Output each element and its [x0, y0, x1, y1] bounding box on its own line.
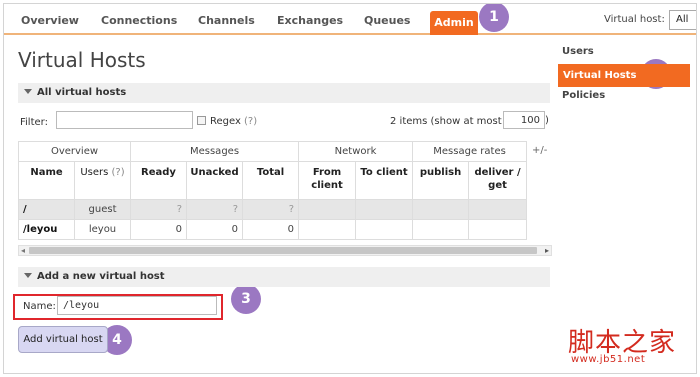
scroll-left-arrow-icon[interactable]: ◂ — [21, 246, 25, 255]
collapse-triangle-icon — [24, 273, 32, 278]
virtual-hosts-table: Overview Messages Network Message rates … — [18, 141, 528, 240]
deliver-line-1: deliver / — [474, 167, 521, 178]
sidebar-item-virtual-hosts[interactable]: Virtual Hosts — [558, 64, 690, 87]
section-title: Add a new virtual host — [37, 271, 165, 282]
cell-deliver-get — [468, 219, 528, 240]
vhost-name-input[interactable]: /leyou — [57, 296, 217, 315]
column-header-from-client[interactable]: From client — [298, 161, 357, 200]
cell-users: guest — [74, 199, 131, 220]
section-all-virtual-hosts[interactable]: All virtual hosts — [18, 83, 550, 103]
users-help-link[interactable]: (?) — [112, 167, 125, 178]
cell-ready: 0 — [130, 219, 187, 240]
top-nav: Overview Connections Channels Exchanges … — [4, 4, 696, 35]
scroll-right-arrow-icon[interactable]: ▸ — [545, 246, 549, 255]
horizontal-scrollbar[interactable]: ◂ ▸ — [18, 245, 552, 256]
section-add-virtual-host[interactable]: Add a new virtual host — [18, 267, 550, 287]
cell-ready: ? — [130, 199, 187, 220]
column-header-total[interactable]: Total — [241, 161, 300, 200]
cell-to-client — [355, 199, 414, 220]
group-header-network: Network — [298, 141, 414, 162]
column-header-deliver-get[interactable]: deliver / get — [468, 161, 528, 200]
table-row[interactable]: / guest ? ? ? — [18, 199, 528, 220]
cell-publish — [412, 199, 470, 220]
tab-queues[interactable]: Queues — [364, 14, 410, 27]
regex-help-link[interactable]: (?) — [244, 116, 257, 127]
tab-connections[interactable]: Connections — [101, 14, 177, 27]
regex-label: Regex — [210, 116, 241, 127]
filter-input[interactable] — [56, 111, 193, 129]
callout-1: 1 — [479, 4, 509, 32]
table-row[interactable]: /leyou leyou 0 0 0 — [18, 219, 528, 240]
name-label: Name: — [23, 301, 56, 312]
cell-users: leyou — [74, 219, 131, 240]
group-header-message-rates: Message rates — [412, 141, 528, 162]
cell-total: 0 — [241, 219, 300, 240]
column-header-users[interactable]: Users (?) — [74, 161, 131, 200]
cell-total: ? — [241, 199, 300, 220]
cell-publish — [412, 219, 470, 240]
collapse-triangle-icon — [24, 89, 32, 94]
watermark-url: www.jb51.net — [571, 354, 646, 365]
cell-unacked: ? — [186, 199, 243, 220]
tab-exchanges[interactable]: Exchanges — [277, 14, 343, 27]
cell-deliver-get — [468, 199, 528, 220]
cell-from-client — [298, 199, 357, 220]
scrollbar-thumb[interactable] — [29, 247, 537, 254]
section-title: All virtual hosts — [37, 87, 127, 98]
sidebar-item-users[interactable]: Users — [562, 46, 594, 57]
tab-overview[interactable]: Overview — [21, 14, 79, 27]
column-header-publish[interactable]: publish — [412, 161, 470, 200]
column-header-unacked[interactable]: Unacked — [186, 161, 243, 200]
add-virtual-host-button[interactable]: Add virtual host — [18, 326, 108, 353]
browser-frame: Overview Connections Channels Exchanges … — [3, 3, 697, 374]
items-count-text: 2 items (show at most — [390, 116, 502, 127]
paren-close: ) — [545, 115, 549, 126]
vhost-name-link[interactable]: / — [18, 199, 75, 220]
deliver-line-2: get — [488, 180, 507, 191]
cell-to-client — [355, 219, 414, 240]
column-header-ready[interactable]: Ready — [130, 161, 187, 200]
column-header-name[interactable]: Name — [18, 161, 75, 200]
vhost-name-link[interactable]: /leyou — [18, 219, 75, 240]
columns-toggle-link[interactable]: +/- — [532, 145, 547, 156]
from-client-line-2: client — [311, 180, 343, 191]
callout-3: 3 — [231, 284, 261, 314]
sidebar-item-policies[interactable]: Policies — [562, 90, 605, 101]
column-header-to-client[interactable]: To client — [355, 161, 414, 200]
virtual-host-select[interactable]: All — [669, 10, 696, 30]
tab-channels[interactable]: Channels — [198, 14, 255, 27]
virtual-host-label: Virtual host: — [604, 14, 665, 25]
from-client-line-1: From — [312, 167, 342, 178]
filter-label: Filter: — [20, 117, 48, 128]
group-header-overview: Overview — [18, 141, 131, 162]
max-rows-input[interactable]: 100 — [503, 111, 545, 129]
cell-unacked: 0 — [186, 219, 243, 240]
page-title: Virtual Hosts — [18, 48, 146, 72]
cell-from-client — [298, 219, 357, 240]
tab-admin[interactable]: Admin — [430, 11, 478, 35]
group-header-messages: Messages — [129, 141, 300, 162]
users-header-label: Users — [80, 167, 109, 178]
regex-checkbox[interactable] — [197, 116, 206, 125]
